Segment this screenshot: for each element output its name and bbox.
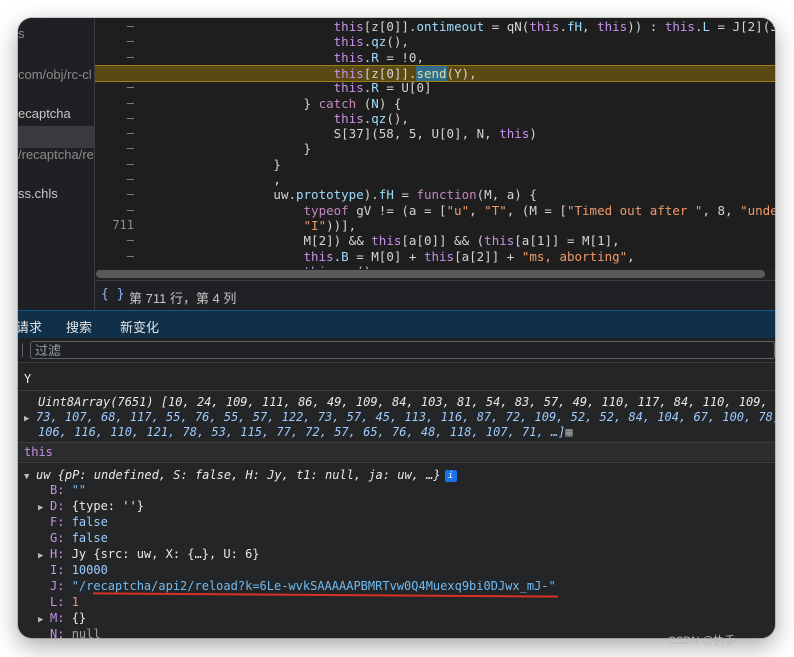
code-line[interactable]: typeof gV != (a = ["u", "T", (M = ["Time… [95,203,775,218]
sidebar-item[interactable]: s [18,26,25,41]
expression-this: this [24,445,53,459]
object-property-G[interactable]: G: false [38,531,775,548]
sidebar-item[interactable]: /recaptcha/re [18,147,94,162]
code-line[interactable]: this. () [95,264,775,269]
code-line[interactable]: M[2]) && this[a[0]] && (this[a[1]] = M[1… [95,233,775,248]
code-line[interactable]: this.qz(), [95,111,775,126]
object-property-L[interactable]: L: 1 [38,595,775,612]
code-line[interactable]: this[z[0]].ontimeout = qN(this.fH, this)… [95,19,775,34]
code-line[interactable]: this.R = !0, [95,50,775,65]
object-property-N[interactable]: N: null [38,627,775,638]
watermark: CSDN @执手 [668,635,736,647]
code-editor[interactable]: –––––––––––––711––– this[z[0]].ontimeout… [95,18,775,269]
code-line[interactable]: this.qz(), [95,34,775,49]
object-property-B[interactable]: B: "" [38,483,775,500]
expand-triangle-icon[interactable]: ▶ [38,549,50,564]
tab-changes[interactable]: 新变化 [120,317,159,336]
array-output-line3: 106, 116, 110, 121, 78, 53, 115, 77, 72,… [38,425,573,439]
sidebar-item[interactable]: ss.chls [18,186,58,201]
cursor-position: 第 711 行，第 4 列 [129,291,237,306]
file-sidebar: s com/obj/rc-cl ecaptcha /recaptcha/re s… [18,18,95,310]
tab-requests[interactable]: 请求 [18,317,42,336]
tab-search[interactable]: 搜索 [66,317,92,336]
object-property-F[interactable]: F: false [38,515,775,532]
divider [18,462,775,463]
pretty-print-icon[interactable]: { } [101,287,124,302]
table-icon[interactable]: ▦ [565,425,572,439]
horizontal-scrollbar[interactable] [96,270,765,278]
expand-triangle-icon[interactable]: ▶ [38,613,50,628]
code-line[interactable]: } catch (N) { [95,96,775,111]
array-output-line1[interactable]: Uint8Array(7651) [10, 24, 109, 111, 86, … [38,395,775,410]
info-icon[interactable]: i [444,469,457,482]
code-line[interactable]: } [95,157,775,172]
code-line[interactable]: S[37](58, 5, U[0], N, this) [95,126,775,141]
code-line[interactable]: this.R = U[0] [95,80,775,95]
expression-y: Y [24,372,32,386]
drawer-tabbar: 请求 搜索 新变化 [18,310,775,339]
code-line[interactable]: "I"))], [95,218,775,233]
filter-input[interactable]: 过滤 [30,341,775,359]
code-line[interactable]: , [95,172,775,187]
divider [18,390,775,391]
code-line[interactable]: } [95,141,775,156]
code-line[interactable]: uw.prototype).fH = function(M, a) { [95,187,775,202]
editor-status-bar: { } 第 711 行，第 4 列 [95,280,775,311]
filter-row: 过滤 [18,338,775,363]
sidebar-item[interactable]: com/obj/rc-cl [18,67,92,82]
console-panel: Y Uint8Array(7651) [10, 24, 109, 111, 86… [18,363,775,638]
sidebar-item[interactable]: ecaptcha [18,106,71,121]
code-line[interactable]: this.B = M[0] + this[a[2]] + "ms, aborti… [95,249,775,264]
divider [22,343,23,357]
expand-triangle-icon[interactable]: ▼ [24,470,36,485]
object-property-M[interactable]: ▶ M: {} [38,611,775,628]
object-property-D[interactable]: ▶ D: {type: ''} [38,499,775,516]
sidebar-item-selected[interactable] [18,126,94,148]
object-property-I[interactable]: I: 10000 [38,563,775,580]
object-property-H[interactable]: ▶ H: Jy {src: uw, X: {…}, U: 6} [38,547,775,564]
expand-triangle-icon[interactable]: ▶ [38,501,50,516]
devtools-window: s com/obj/rc-cl ecaptcha /recaptcha/re s… [18,18,775,638]
expand-triangle-icon[interactable]: ▶ [24,412,36,427]
